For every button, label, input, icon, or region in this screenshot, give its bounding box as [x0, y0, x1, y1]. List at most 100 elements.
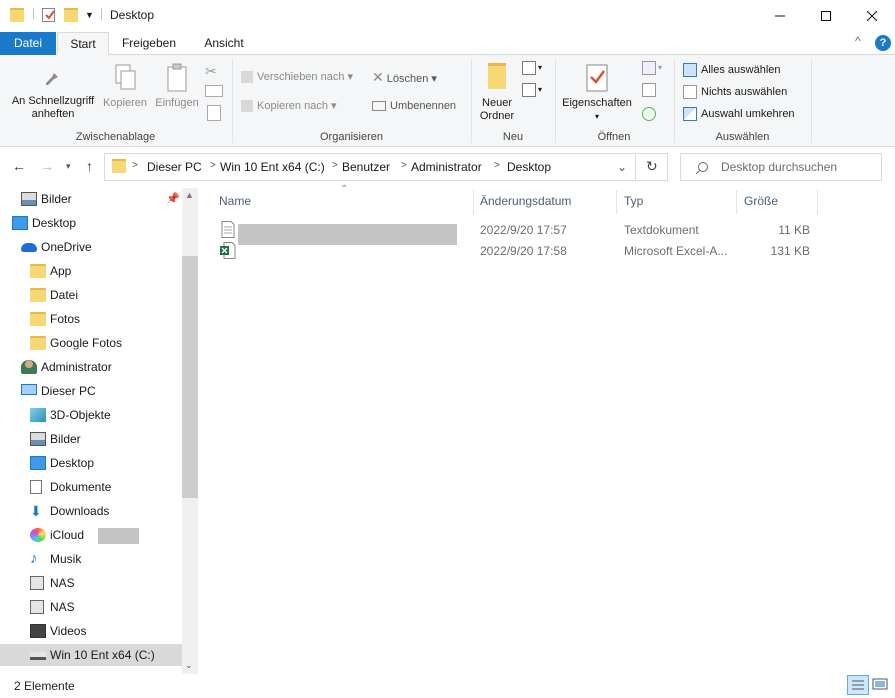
scroll-up-icon[interactable]: ▲	[185, 190, 194, 200]
paste-button[interactable]: Einfügen	[151, 63, 203, 110]
easy-access-dropdown-icon[interactable]: ▾	[538, 85, 542, 94]
refresh-button[interactable]: ↻	[637, 153, 668, 181]
sidebar-item-desktop[interactable]: Desktop	[0, 212, 182, 234]
paste-shortcut-icon[interactable]	[207, 105, 221, 121]
large-icons-view-button[interactable]	[870, 675, 892, 695]
breadcrumb-administrator[interactable]: Administrator	[411, 160, 482, 174]
column-separator[interactable]	[473, 190, 474, 214]
search-box[interactable]: Desktop durchsuchen	[680, 153, 882, 181]
maximize-button[interactable]	[803, 0, 849, 32]
rename-button[interactable]: Umbenennen	[372, 97, 456, 115]
copy-button[interactable]: Kopieren	[101, 63, 149, 110]
column-header-name[interactable]: Name	[219, 194, 251, 208]
delete-button[interactable]: ✕ Löschen ▾	[372, 68, 437, 86]
sidebar-item-desktop[interactable]: Desktop	[0, 452, 182, 474]
sidebar-item-dieser-pc[interactable]: Dieser PC	[0, 380, 182, 402]
chevron-right-icon[interactable]: >	[332, 160, 338, 171]
select-all-button[interactable]: Alles auswählen	[683, 61, 781, 79]
sidebar-item-win-10-ent-x64-c[interactable]: Win 10 Ent x64 (C:)	[0, 644, 182, 666]
collapse-ribbon-icon[interactable]: ^	[855, 34, 861, 48]
tab-freigeben[interactable]: Freigeben	[113, 32, 185, 55]
breadcrumb-users[interactable]: Benutzer	[342, 160, 390, 174]
column-separator[interactable]	[817, 190, 818, 214]
minimize-button[interactable]	[757, 0, 803, 32]
sidebar-item-datei[interactable]: Datei	[0, 284, 182, 306]
recent-locations-icon[interactable]: ▾	[66, 161, 71, 172]
tab-start[interactable]: Start	[57, 32, 109, 56]
column-header-size[interactable]: Größe	[744, 194, 778, 208]
copy-label: Kopieren	[102, 97, 148, 109]
properties-quick-icon[interactable]	[42, 8, 55, 22]
open-icon[interactable]	[642, 61, 656, 75]
sidebar-item-label: Desktop	[50, 456, 95, 470]
breadcrumb-desktop[interactable]: Desktop	[507, 160, 551, 174]
customize-quick-access-icon[interactable]: ▼	[85, 10, 94, 20]
select-none-button[interactable]: Nichts auswählen	[683, 83, 787, 101]
pin-quick-access-button[interactable]: An Schnellzugriff anheften	[6, 67, 100, 121]
sidebar-item-app[interactable]: App	[0, 260, 182, 282]
column-separator[interactable]	[616, 190, 617, 214]
up-icon[interactable]: ↑	[86, 158, 93, 174]
separator: |	[100, 6, 104, 20]
breadcrumb-this-pc[interactable]: Dieser PC	[147, 160, 202, 174]
sidebar-item-dokumente[interactable]: Dokumente	[0, 476, 182, 498]
easy-access-icon[interactable]	[522, 83, 536, 97]
chevron-right-icon[interactable]: >	[132, 160, 138, 171]
new-item-dropdown-icon[interactable]: ▾	[538, 63, 542, 72]
sidebar-item-downloads[interactable]: ⬇ Downloads	[0, 500, 182, 522]
sidebar-item-nas[interactable]: NAS	[0, 596, 182, 618]
new-item-icon[interactable]	[522, 61, 536, 75]
music-icon: ♪	[30, 550, 38, 567]
sidebar-item-nas[interactable]: NAS	[0, 572, 182, 594]
sidebar-item-onedrive[interactable]: OneDrive	[0, 236, 182, 258]
column-header-type[interactable]: Typ	[624, 194, 643, 208]
history-icon[interactable]	[642, 107, 656, 121]
copy-to-button[interactable]: Kopieren nach ▾	[241, 97, 337, 115]
sidebar-item-icloud[interactable]: iCloud	[0, 524, 182, 546]
sidebar-item-fotos[interactable]: Fotos	[0, 308, 182, 330]
sidebar-item-musik[interactable]: ♪ Musik	[0, 548, 182, 570]
sidebar-item-bilder[interactable]: Bilder	[0, 428, 182, 450]
group-label-select: Auswählen	[715, 131, 770, 143]
sidebar-item-google-fotos[interactable]: Google Fotos	[0, 332, 182, 354]
details-view-button[interactable]	[847, 675, 869, 695]
help-icon[interactable]: ?	[875, 35, 891, 51]
properties-button[interactable]: Eigenschaften ▾	[558, 63, 636, 123]
scrollbar-thumb[interactable]	[182, 256, 198, 498]
address-dropdown-icon[interactable]: ⌄	[617, 160, 627, 174]
close-button[interactable]	[849, 0, 895, 32]
table-row[interactable]: 2022/9/20 17:58 Microsoft Excel-A... 131…	[212, 224, 818, 262]
sidebar-item-administrator[interactable]: Administrator	[0, 356, 182, 378]
chevron-right-icon[interactable]: >	[401, 160, 407, 171]
pin-label: An Schnellzugriff anheften	[11, 95, 95, 120]
move-to-button[interactable]: Verschieben nach ▾	[241, 68, 353, 86]
copy-path-icon[interactable]	[205, 85, 223, 97]
column-separator[interactable]	[736, 190, 737, 214]
refresh-icon: ↻	[646, 158, 658, 174]
pinned-icon[interactable]: 📌	[166, 188, 180, 210]
address-bar[interactable]: > Dieser PC > Win 10 Ent x64 (C:) > Benu…	[104, 153, 636, 181]
copy-to-label: Kopieren nach	[257, 100, 328, 112]
breadcrumb-drive[interactable]: Win 10 Ent x64 (C:)	[220, 160, 325, 174]
invert-selection-button[interactable]: Auswahl umkehren	[683, 105, 795, 123]
tab-ansicht[interactable]: Ansicht	[193, 32, 255, 55]
open-dropdown-icon[interactable]: ▾	[658, 63, 662, 72]
chevron-right-icon[interactable]: >	[210, 160, 216, 171]
copy-to-icon	[241, 100, 253, 113]
sidebar-item-bilder[interactable]: Bilder 📌	[0, 188, 182, 210]
forward-icon[interactable]: →	[40, 158, 54, 174]
status-item-count: 2 Elemente	[14, 679, 75, 693]
back-icon[interactable]: ←	[12, 158, 26, 174]
scroll-down-icon[interactable]: ⌄	[185, 660, 193, 671]
sidebar-item-videos[interactable]: Videos	[0, 620, 182, 642]
chevron-right-icon[interactable]: >	[494, 160, 500, 171]
cut-icon[interactable]: ✂	[205, 63, 223, 79]
edit-icon[interactable]	[642, 83, 656, 97]
new-folder-quick-icon[interactable]	[64, 8, 78, 22]
sidebar-item-label: iCloud	[50, 528, 85, 542]
column-header-date[interactable]: Änderungsdatum	[480, 194, 571, 208]
ribbon-tabs: Datei Start Freigeben Ansicht ^ ?	[0, 32, 895, 56]
sidebar-item-3d-objekte[interactable]: 3D-Objekte	[0, 404, 182, 426]
new-folder-button[interactable]: Neuer Ordner	[474, 63, 520, 123]
tab-datei[interactable]: Datei	[0, 32, 56, 55]
